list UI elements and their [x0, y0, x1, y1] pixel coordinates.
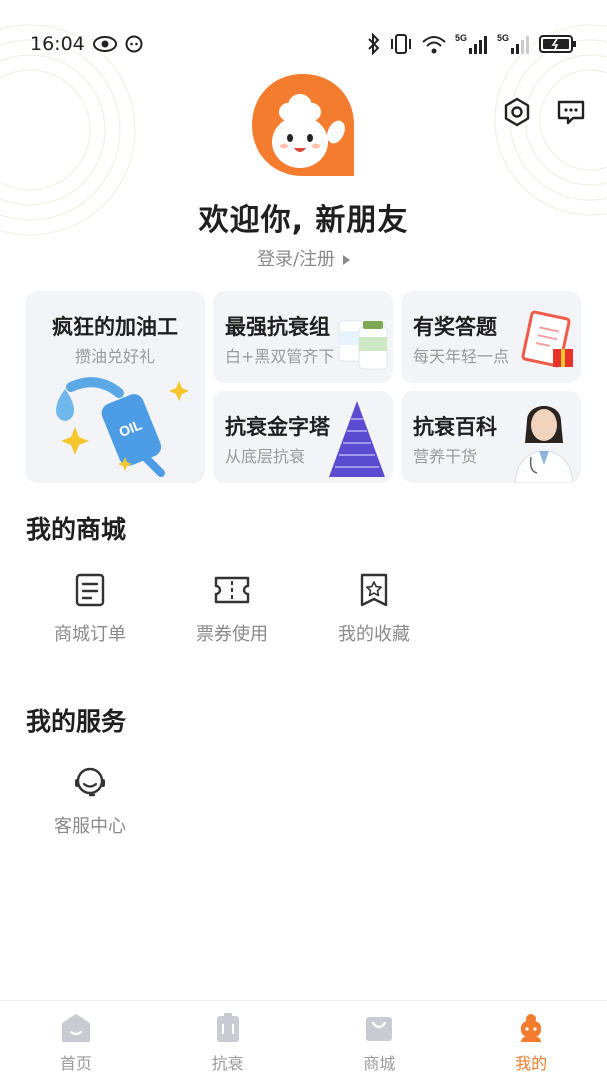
- mall-orders-item[interactable]: 商城订单: [25, 572, 155, 646]
- app-notification-icon: [125, 35, 143, 53]
- status-right: 5G 5G: [367, 32, 577, 56]
- fuel-nozzle-icon: OIL: [56, 377, 189, 477]
- login-register-label: 登录/注册: [256, 249, 336, 270]
- antiaging-icon: [211, 1011, 245, 1045]
- supplement-bottles-icon: [338, 320, 388, 370]
- service-section-title: 我的服务: [26, 707, 127, 736]
- wifi-icon: [421, 33, 447, 55]
- promo-card-title: 抗衰百科: [413, 415, 497, 439]
- bottom-tab-bar: 首页 抗衰 商城 我的: [0, 1000, 607, 1080]
- doctor-icon: [514, 406, 574, 483]
- promo-card-antiaging-set[interactable]: 最强抗衰组 白+黑双管齐下: [213, 291, 393, 383]
- avatar[interactable]: [250, 72, 356, 178]
- mall-item-label: 票券使用: [196, 624, 268, 645]
- promo-card-title: 疯狂的加油工: [52, 315, 178, 339]
- promo-card-subtitle: 从底层抗衰: [225, 447, 306, 466]
- tab-label: 商城: [363, 1054, 396, 1073]
- pyramid-icon: [329, 401, 385, 477]
- tab-label: 我的: [515, 1054, 548, 1073]
- ticket-icon: [214, 572, 250, 608]
- net-label-1: 5G: [455, 33, 467, 43]
- service-item-label: 客服中心: [54, 816, 126, 837]
- promo-card-subtitle: 攒油兑好礼: [74, 347, 155, 366]
- mall-favorites-item[interactable]: 我的收藏: [309, 572, 439, 646]
- mall-item-label: 商城订单: [54, 624, 126, 645]
- promo-card-pyramid[interactable]: 抗衰金字塔 从底层抗衰: [213, 391, 393, 483]
- net-label-2: 5G: [497, 33, 509, 43]
- promo-card-encyclopedia[interactable]: 抗衰百科 营养干货: [401, 391, 581, 483]
- welcome-title: 欢迎你, 新朋友: [198, 203, 409, 238]
- status-time: 16:04: [30, 33, 85, 55]
- vibrate-icon: [389, 33, 413, 55]
- mall-tickets-item[interactable]: 票券使用: [167, 572, 297, 646]
- promo-card-title: 有奖答题: [413, 315, 497, 339]
- promo-card-subtitle: 营养干货: [413, 447, 478, 466]
- caret-right-icon: [343, 255, 351, 265]
- top-actions: [501, 96, 587, 128]
- message-icon[interactable]: [555, 96, 587, 128]
- eye-icon: [92, 36, 117, 52]
- login-register-link[interactable]: 登录/注册: [0, 245, 607, 271]
- tab-antiaging[interactable]: 抗衰: [152, 1001, 304, 1080]
- tab-home[interactable]: 首页: [0, 1001, 152, 1080]
- profile-icon: [514, 1011, 548, 1045]
- promo-card-subtitle: 每天年轻一点: [413, 347, 510, 366]
- home-icon: [59, 1011, 93, 1045]
- promo-card-title: 抗衰金字塔: [225, 415, 330, 439]
- tab-profile[interactable]: 我的: [455, 1001, 607, 1080]
- customer-service-item[interactable]: 客服中心: [25, 764, 155, 838]
- mall-item-label: 我的收藏: [338, 624, 410, 645]
- bluetooth-icon: [367, 33, 381, 55]
- promo-card-subtitle: 白+黑双管齐下: [225, 347, 335, 366]
- status-left: 16:04: [30, 33, 143, 55]
- mascot-icon: [252, 74, 354, 176]
- promo-card-title: 最强抗衰组: [225, 315, 330, 339]
- customer-service-icon: [72, 764, 108, 800]
- favorite-icon: [356, 572, 392, 608]
- promo-card-quiz[interactable]: 有奖答题 每天年轻一点: [401, 291, 581, 383]
- shop-bag-icon: [362, 1011, 396, 1045]
- mall-section-title: 我的商城: [26, 515, 127, 544]
- order-icon: [72, 572, 108, 608]
- signal-icon-2: 5G: [497, 32, 531, 56]
- promo-card-fuel[interactable]: 疯狂的加油工 攒油兑好礼 OIL: [25, 291, 205, 483]
- quiz-clipboard-icon: [521, 310, 573, 368]
- signal-icon-1: 5G: [455, 32, 489, 56]
- battery-icon: [539, 34, 577, 54]
- tab-label: 抗衰: [211, 1054, 244, 1073]
- tab-label: 首页: [59, 1054, 92, 1073]
- tab-shop[interactable]: 商城: [304, 1001, 456, 1080]
- hexagon-settings-icon[interactable]: [501, 96, 533, 128]
